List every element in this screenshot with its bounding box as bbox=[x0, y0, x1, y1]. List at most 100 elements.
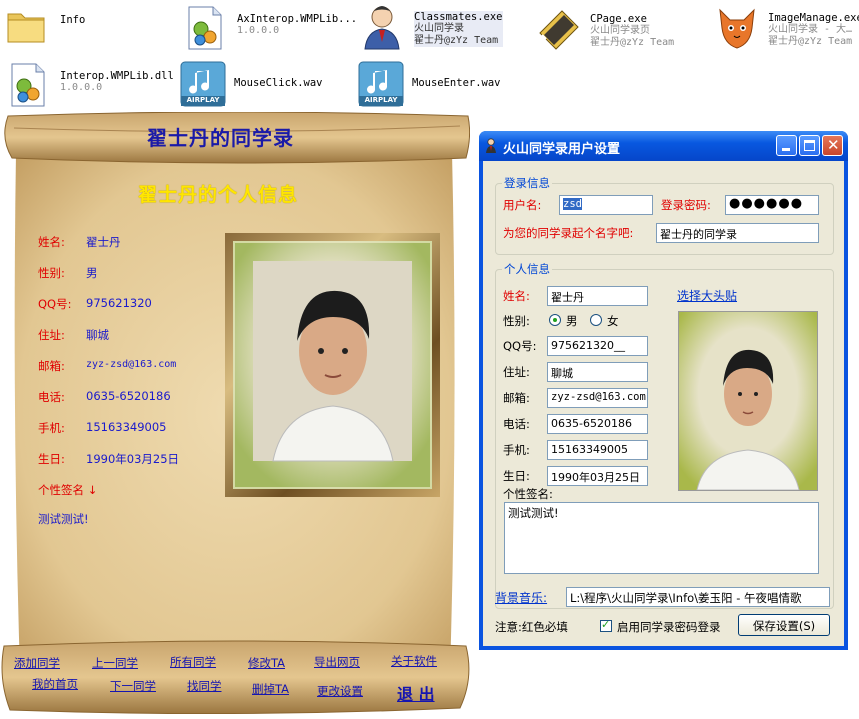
book-name-field[interactable]: 翟士丹的同学录 bbox=[656, 223, 819, 243]
nav-next-classmate[interactable]: 下一同学 bbox=[110, 678, 156, 694]
nav-add-classmate[interactable]: 添加同学 bbox=[14, 655, 60, 671]
file-description: 火山同学录 bbox=[414, 23, 464, 34]
file-name: CPage.exe bbox=[590, 13, 647, 25]
label-email: 邮箱: bbox=[38, 359, 65, 373]
desktop-file-info[interactable]: Info bbox=[6, 6, 85, 52]
label-name: 姓名: bbox=[38, 235, 65, 249]
profile-photo-frame bbox=[225, 233, 440, 497]
value-mobile: 15163349005 bbox=[86, 420, 167, 434]
book-name-label: 为您的同学录起个名字吧: bbox=[503, 226, 634, 240]
nav-find-classmate[interactable]: 找同学 bbox=[187, 678, 222, 694]
nav-change-settings[interactable]: 更改设置 bbox=[317, 683, 363, 699]
password-field[interactable]: ●●●●●● bbox=[725, 195, 819, 215]
desktop-file-imagemanage[interactable]: ImageManage.exe 火山同学录 - 大… 翟士丹@zYz Team bbox=[714, 4, 859, 50]
airplay-audio-icon: AIRPLAY bbox=[180, 61, 226, 107]
name-field[interactable]: 翟士丹 bbox=[547, 286, 648, 306]
login-info-legend: 登录信息 bbox=[504, 176, 550, 190]
label-qq: QQ号: bbox=[38, 297, 72, 311]
nav-exit[interactable]: 退 出 bbox=[397, 681, 435, 705]
personal-info-legend: 个人信息 bbox=[504, 262, 550, 276]
username-field[interactable]: zsd bbox=[559, 195, 653, 215]
username-value: zsd bbox=[563, 198, 582, 210]
birthday-label: 生日: bbox=[503, 469, 530, 483]
folder-icon bbox=[6, 6, 52, 52]
desktop-file-cpage[interactable]: CPage.exe 火山同学录页 翟士丹@zYz Team bbox=[536, 5, 674, 51]
qq-field[interactable]: 975621320__ bbox=[547, 336, 648, 356]
label-address: 住址: bbox=[38, 328, 65, 342]
close-icon: ✕ bbox=[827, 136, 840, 154]
label-mobile: 手机: bbox=[38, 421, 65, 435]
phone-label: 电话: bbox=[503, 417, 530, 431]
label-signature: 个性签名 ↓ bbox=[38, 483, 98, 497]
dll-gear-icon bbox=[183, 5, 229, 51]
nav-my-homepage[interactable]: 我的首页 bbox=[32, 676, 78, 692]
maximize-button[interactable] bbox=[799, 135, 820, 156]
desktop-file-axinterop[interactable]: AxInterop.WMPLib... 1.0.0.0 bbox=[183, 5, 357, 51]
minimize-button[interactable] bbox=[776, 135, 797, 156]
label-phone: 电话: bbox=[38, 390, 65, 404]
file-description: 火山同学录页 bbox=[590, 25, 650, 36]
value-address: 聊城 bbox=[86, 328, 109, 342]
dll-gear-icon bbox=[6, 62, 52, 108]
background-music-link[interactable]: 背景音乐: bbox=[495, 589, 547, 606]
file-company: 翟士丹@zYz Team bbox=[414, 35, 499, 46]
file-company: 翟士丹@zYz Team bbox=[768, 36, 853, 47]
birthday-field[interactable]: 1990年03月25日 bbox=[547, 466, 648, 486]
desktop-file-interop[interactable]: Interop.WMPLib.dll 1.0.0.0 bbox=[6, 62, 174, 108]
email-field[interactable]: zyz-zsd@163.com bbox=[547, 388, 648, 408]
gender-male-label[interactable]: 男 bbox=[566, 313, 578, 329]
gender-female-label[interactable]: 女 bbox=[607, 313, 619, 329]
phone-field[interactable]: 0635-6520186 bbox=[547, 414, 648, 434]
airplay-badge: AIRPLAY bbox=[186, 96, 220, 104]
value-birthday: 1990年03月25日 bbox=[86, 452, 180, 466]
password-label: 登录密码: bbox=[661, 198, 711, 212]
fox-icon bbox=[714, 4, 760, 50]
desktop-file-mouseenter[interactable]: AIRPLAY MouseEnter.wav bbox=[358, 61, 501, 107]
file-version: 1.0.0.0 bbox=[237, 25, 280, 36]
app-person-icon bbox=[484, 138, 498, 157]
airplay-audio-icon: AIRPLAY bbox=[358, 61, 404, 107]
file-company: 翟士丹@zYz Team bbox=[590, 37, 675, 48]
username-label: 用户名: bbox=[503, 198, 542, 212]
airplay-badge: AIRPLAY bbox=[364, 96, 398, 104]
nav-about-software[interactable]: 关于软件 bbox=[391, 653, 437, 669]
gender-female-radio[interactable] bbox=[590, 314, 602, 326]
address-label: 住址: bbox=[503, 365, 530, 379]
name-label: 姓名: bbox=[503, 289, 530, 303]
mobile-label: 手机: bbox=[503, 443, 530, 457]
close-button[interactable]: ✕ bbox=[822, 135, 843, 156]
file-name: Classmates.exe bbox=[414, 11, 503, 23]
label-birthday: 生日: bbox=[38, 452, 65, 466]
notebook-icon bbox=[536, 5, 582, 51]
music-path-field[interactable]: L:\程序\火山同学录\Info\姜玉阳 - 午夜唱情歌 bbox=[566, 587, 830, 607]
nav-all-classmates[interactable]: 所有同学 bbox=[170, 654, 216, 670]
window-title: 火山同学录用户设置 bbox=[503, 142, 621, 157]
required-note: 注意:红色必填 bbox=[495, 620, 568, 634]
file-name: Info bbox=[60, 14, 86, 26]
desktop-file-mouseclick[interactable]: AIRPLAY MouseClick.wav bbox=[180, 61, 323, 107]
nav-previous-classmate[interactable]: 上一同学 bbox=[92, 655, 138, 671]
save-settings-button[interactable]: 保存设置(S) bbox=[738, 614, 830, 636]
desktop-file-classmates[interactable]: Classmates.exe 火山同学录 翟士丹@zYz Team bbox=[360, 3, 503, 50]
value-gender: 男 bbox=[86, 266, 98, 280]
nav-delete-classmate[interactable]: 删掉TA bbox=[252, 681, 289, 697]
signature-textarea[interactable]: 测试测试! bbox=[504, 502, 819, 574]
nav-edit-classmate[interactable]: 修改TA bbox=[248, 655, 285, 671]
label-gender: 性别: bbox=[38, 266, 65, 280]
mobile-field[interactable]: 15163349005 bbox=[547, 440, 648, 460]
nav-export-webpage[interactable]: 导出网页 bbox=[314, 654, 360, 670]
enable-password-label[interactable]: 启用同学录密码登录 bbox=[617, 619, 721, 635]
enable-password-checkbox[interactable] bbox=[600, 618, 612, 632]
profile-photo bbox=[231, 239, 434, 491]
email-label: 邮箱: bbox=[503, 391, 530, 405]
choose-photo-link[interactable]: 选择大头贴 bbox=[677, 287, 737, 304]
signature-label: 个性签名: bbox=[503, 487, 553, 501]
file-name: MouseEnter.wav bbox=[412, 77, 501, 89]
qq-label: QQ号: bbox=[503, 339, 537, 353]
gender-male-radio[interactable] bbox=[549, 314, 561, 326]
window-titlebar[interactable]: 火山同学录用户设置 ✕ bbox=[479, 131, 848, 161]
classmate-scroll-window: 翟士丹的同学录 翟士丹的个人信息 姓名: 翟士丹 性别: 男 QQ号: 9756… bbox=[0, 112, 470, 719]
value-qq: 975621320 bbox=[86, 296, 152, 310]
address-field[interactable]: 聊城 bbox=[547, 362, 648, 382]
value-name: 翟士丹 bbox=[86, 235, 121, 249]
